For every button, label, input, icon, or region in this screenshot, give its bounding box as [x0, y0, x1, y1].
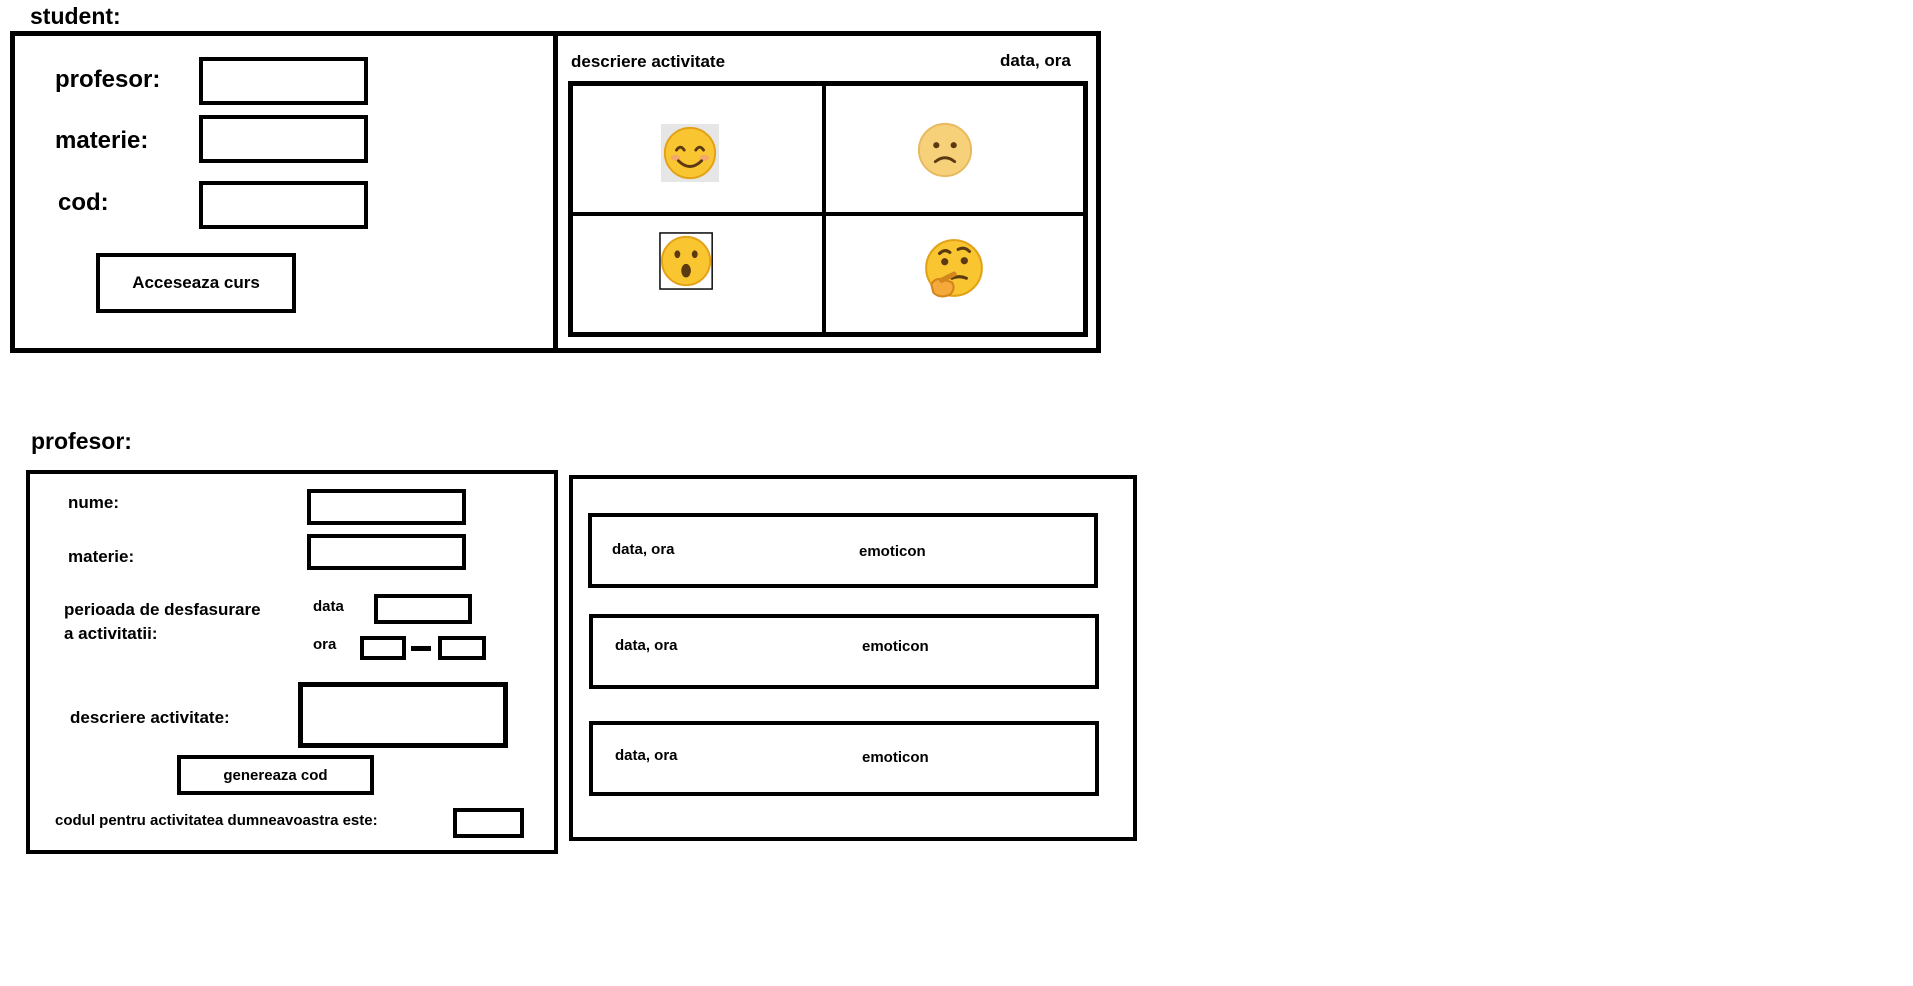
profesor-heading: profesor:	[31, 428, 132, 454]
activity-description-label: descriere activitate	[571, 52, 726, 71]
materie-input[interactable]	[199, 115, 368, 163]
code-label: codul pentru activitatea dumneavoastra e…	[55, 812, 378, 829]
hushed-face-icon[interactable]	[659, 232, 717, 290]
prof-materie-input[interactable]	[307, 534, 466, 570]
feedback-datetime: data, ora	[615, 747, 678, 764]
date-input[interactable]	[374, 594, 472, 624]
nume-input[interactable]	[307, 489, 466, 525]
feedback-emoticon: emoticon	[862, 638, 929, 655]
profesor-input[interactable]	[199, 57, 368, 105]
end-time-input[interactable]	[438, 636, 486, 660]
activity-datetime-label: data, ora	[1000, 51, 1071, 70]
ora-label: ora	[313, 636, 337, 653]
description-input[interactable]	[298, 682, 508, 748]
start-time-input[interactable]	[360, 636, 406, 660]
feedback-row: data, ora emoticon	[589, 721, 1099, 796]
profesor-label: profesor:	[55, 66, 161, 93]
slightly-frowning-face-icon[interactable]	[916, 121, 974, 179]
period-label-line1: perioada de desfasurare	[64, 600, 261, 619]
student-heading: student:	[30, 3, 121, 29]
grid-horizontal-divider	[573, 212, 1083, 216]
feedback-datetime: data, ora	[612, 541, 675, 558]
cod-label: cod:	[58, 189, 109, 216]
generate-code-label: genereaza cod	[223, 766, 328, 784]
grid-vertical-divider	[822, 86, 826, 332]
access-course-button[interactable]: Acceseaza curs	[96, 253, 296, 313]
access-course-label: Acceseaza curs	[132, 273, 260, 292]
thinking-face-icon[interactable]	[921, 237, 987, 303]
feedback-row: data, ora emoticon	[588, 513, 1098, 588]
prof-description-label: descriere activitate:	[70, 708, 230, 727]
materie-label: materie:	[55, 127, 149, 154]
feedback-row: data, ora emoticon	[589, 614, 1099, 689]
cod-input[interactable]	[199, 181, 368, 229]
period-label-line2: a activitatii:	[64, 624, 158, 643]
emoticon-grid	[568, 81, 1088, 337]
prof-materie-label: materie:	[68, 547, 135, 566]
data-label: data	[313, 598, 344, 615]
smiling-face-icon[interactable]	[661, 124, 719, 182]
feedback-emoticon: emoticon	[859, 543, 926, 560]
profesor-form-panel	[26, 470, 558, 854]
time-range-dash	[411, 646, 431, 651]
feedback-datetime: data, ora	[615, 637, 678, 654]
generate-code-button[interactable]: genereaza cod	[177, 755, 374, 795]
feedback-emoticon: emoticon	[862, 749, 929, 766]
nume-label: nume:	[68, 493, 119, 512]
code-output-field	[453, 808, 524, 838]
